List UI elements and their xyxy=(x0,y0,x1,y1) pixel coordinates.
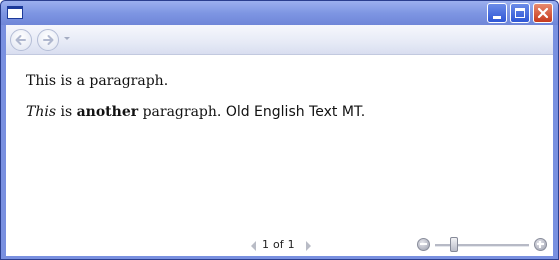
client-area: This is a paragraph. This is another par… xyxy=(6,25,553,256)
zoom-out-icon[interactable] xyxy=(417,238,430,251)
close-icon xyxy=(537,7,549,19)
navigation-bar xyxy=(6,25,553,55)
forward-button[interactable] xyxy=(37,29,59,51)
paragraph-2: This is another paragraph. Old English T… xyxy=(26,102,536,122)
navigation-history-dropdown-icon[interactable] xyxy=(64,37,70,40)
bold-text: another xyxy=(76,104,139,120)
maximize-button[interactable] xyxy=(510,3,530,23)
close-button[interactable] xyxy=(533,3,553,23)
document-content: This is a paragraph. This is another par… xyxy=(26,71,536,133)
minimize-icon xyxy=(493,16,501,19)
page-current: 1 xyxy=(262,238,269,251)
maximize-icon xyxy=(515,8,525,18)
forward-arrow-icon xyxy=(43,35,54,45)
previous-page-icon[interactable] xyxy=(251,241,256,251)
font-name-text: Old English Text MT. xyxy=(225,104,366,120)
page-of-label: of xyxy=(273,238,284,251)
paragraph-1: This is a paragraph. xyxy=(26,73,169,89)
zoom-slider-thumb[interactable] xyxy=(449,237,458,252)
next-page-icon[interactable] xyxy=(306,241,311,251)
back-arrow-icon xyxy=(15,35,26,45)
italic-text: This xyxy=(26,104,57,120)
document-status-bar: 1 of 1 xyxy=(6,234,553,256)
zoom-in-icon[interactable] xyxy=(534,238,547,251)
app-window: This is a paragraph. This is another par… xyxy=(0,0,559,260)
window-icon[interactable] xyxy=(7,6,23,19)
title-bar[interactable] xyxy=(1,1,558,25)
plain-text: paragraph. xyxy=(138,104,226,120)
page-total: 1 xyxy=(287,238,295,251)
page-indicator: 1 of 1 xyxy=(262,238,299,251)
plain-text: is xyxy=(56,104,77,120)
back-button[interactable] xyxy=(10,29,32,51)
minimize-button[interactable] xyxy=(487,3,507,23)
